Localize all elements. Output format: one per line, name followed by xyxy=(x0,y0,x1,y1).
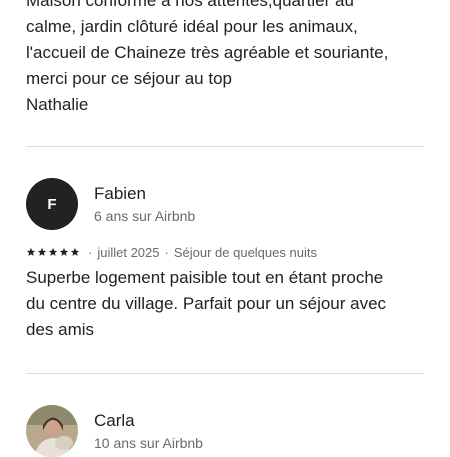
star-icon xyxy=(26,247,36,256)
reviewer-name[interactable]: Carla xyxy=(94,410,135,432)
stay-type: Séjour de quelques nuits xyxy=(173,244,317,260)
separator-dot: · xyxy=(88,244,93,260)
review-meta: · juillet 2025 · Séjour de quelques nuit… xyxy=(26,243,317,261)
avatar-initial: F xyxy=(47,195,57,213)
review-text-line: Superbe logement paisible tout en étant … xyxy=(26,268,384,287)
review-signature: Nathalie xyxy=(26,95,89,114)
reviewer-tenure: 6 ans sur Airbnb xyxy=(94,208,196,224)
review-text-line: merci pour ce séjour au top xyxy=(26,69,232,88)
review-text-line: Maison conforme à nos attentes,quartier … xyxy=(26,0,354,10)
review-text-line: du centre du village. Parfait pour un sé… xyxy=(26,294,387,313)
star-icon xyxy=(59,247,69,256)
divider xyxy=(26,146,424,147)
avatar[interactable] xyxy=(26,405,78,457)
review-date: juillet 2025 xyxy=(97,244,160,260)
review-text-line: des amis xyxy=(26,320,95,339)
previous-review-text: Maison conforme à nos attentes,quartier … xyxy=(26,0,426,118)
divider xyxy=(26,373,424,374)
review-text-line: l'accueil de Chaineze très agréable et s… xyxy=(26,43,389,62)
reviews-page: Maison conforme à nos attentes,quartier … xyxy=(0,0,450,457)
separator-dot: · xyxy=(164,244,169,260)
avatar-photo xyxy=(26,405,78,457)
star-icon xyxy=(37,247,47,256)
star-icon xyxy=(70,247,80,256)
reviewer-tenure: 10 ans sur Airbnb xyxy=(94,435,203,451)
review-text-line: calme, jardin clôturé idéal pour les ani… xyxy=(26,17,358,36)
review-text: Superbe logement paisible tout en étant … xyxy=(26,265,426,343)
star-icon xyxy=(48,247,58,256)
avatar[interactable]: F xyxy=(26,178,78,230)
rating-stars xyxy=(26,247,81,257)
reviewer-name[interactable]: Fabien xyxy=(94,183,146,205)
